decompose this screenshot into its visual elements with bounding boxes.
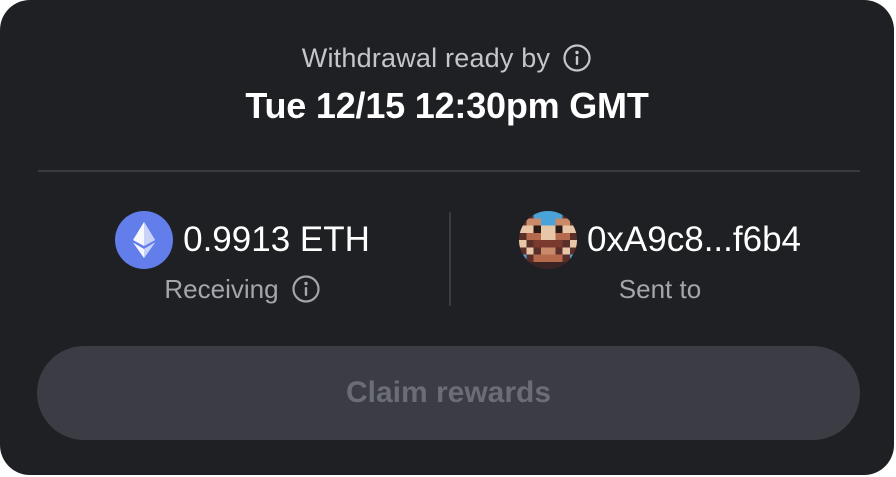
receiving-label-row: Receiving	[40, 272, 445, 306]
pixel-avatar-icon	[518, 211, 577, 269]
withdrawal-ready-label: Withdrawal ready by	[301, 42, 551, 73]
info-icon[interactable]	[562, 43, 592, 73]
horizontal-divider	[38, 170, 860, 172]
info-icon[interactable]	[291, 274, 321, 304]
sent-to-label: Sent to	[618, 273, 702, 304]
claim-rewards-button[interactable]: Claim rewards	[37, 346, 860, 440]
receiving-column: 0.9913 ETH Receiving	[40, 210, 445, 310]
withdrawal-date: Tue 12/15 12:30pm GMT	[245, 85, 649, 126]
withdrawal-ready-row: Withdrawal ready by	[0, 40, 894, 76]
receiving-value-row: 0.9913 ETH	[40, 210, 445, 270]
withdrawal-card: Withdrawal ready by Tue 12/15 12:30pm GM…	[0, 0, 894, 475]
sent-to-column: 0xA9c8...f6b4 Sent to	[455, 210, 865, 310]
ethereum-icon	[115, 211, 174, 269]
vertical-divider	[449, 212, 451, 306]
receiving-label: Receiving	[164, 273, 279, 304]
recipient-address: 0xA9c8...f6b4	[586, 220, 802, 259]
sent-to-label-row: Sent to	[455, 272, 865, 306]
sent-to-value-row: 0xA9c8...f6b4	[455, 210, 865, 270]
receiving-amount: 0.9913 ETH	[183, 220, 370, 259]
